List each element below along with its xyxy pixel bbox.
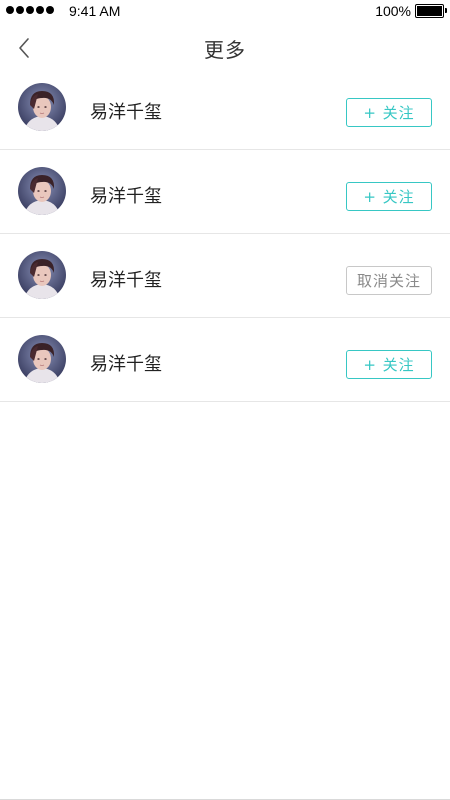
avatar[interactable] [18, 167, 66, 215]
battery-icon [415, 4, 447, 18]
follow-button[interactable]: + 关注 [346, 182, 432, 211]
list-item: 易洋千玺 + 关注 [0, 150, 450, 234]
page-title: 更多 [204, 38, 246, 62]
user-name: 易洋千玺 [90, 354, 162, 375]
follow-list: 易洋千玺 + 关注 易洋千玺 + 关注 易洋千玺 取消关注 易洋千玺 + 关注 [0, 66, 450, 402]
avatar[interactable] [18, 335, 66, 383]
user-name: 易洋千玺 [90, 270, 162, 291]
navigation-bar: 更多 [0, 24, 450, 70]
list-item: 易洋千玺 + 关注 [0, 318, 450, 402]
unfollow-button[interactable]: 取消关注 [346, 266, 432, 295]
status-time: 9:41 AM [69, 3, 121, 19]
avatar[interactable] [18, 83, 66, 131]
follow-button[interactable]: + 关注 [346, 350, 432, 379]
status-bar: 9:41 AM 100% [0, 0, 450, 24]
battery-percentage: 100% [375, 3, 411, 19]
user-name: 易洋千玺 [90, 186, 162, 207]
list-item: 易洋千玺 + 关注 [0, 66, 450, 150]
avatar[interactable] [18, 251, 66, 299]
user-name: 易洋千玺 [90, 102, 162, 123]
battery-status: 100% [375, 3, 447, 19]
list-item: 易洋千玺 取消关注 [0, 234, 450, 318]
signal-strength-icon [6, 6, 54, 14]
follow-button[interactable]: + 关注 [346, 98, 432, 127]
